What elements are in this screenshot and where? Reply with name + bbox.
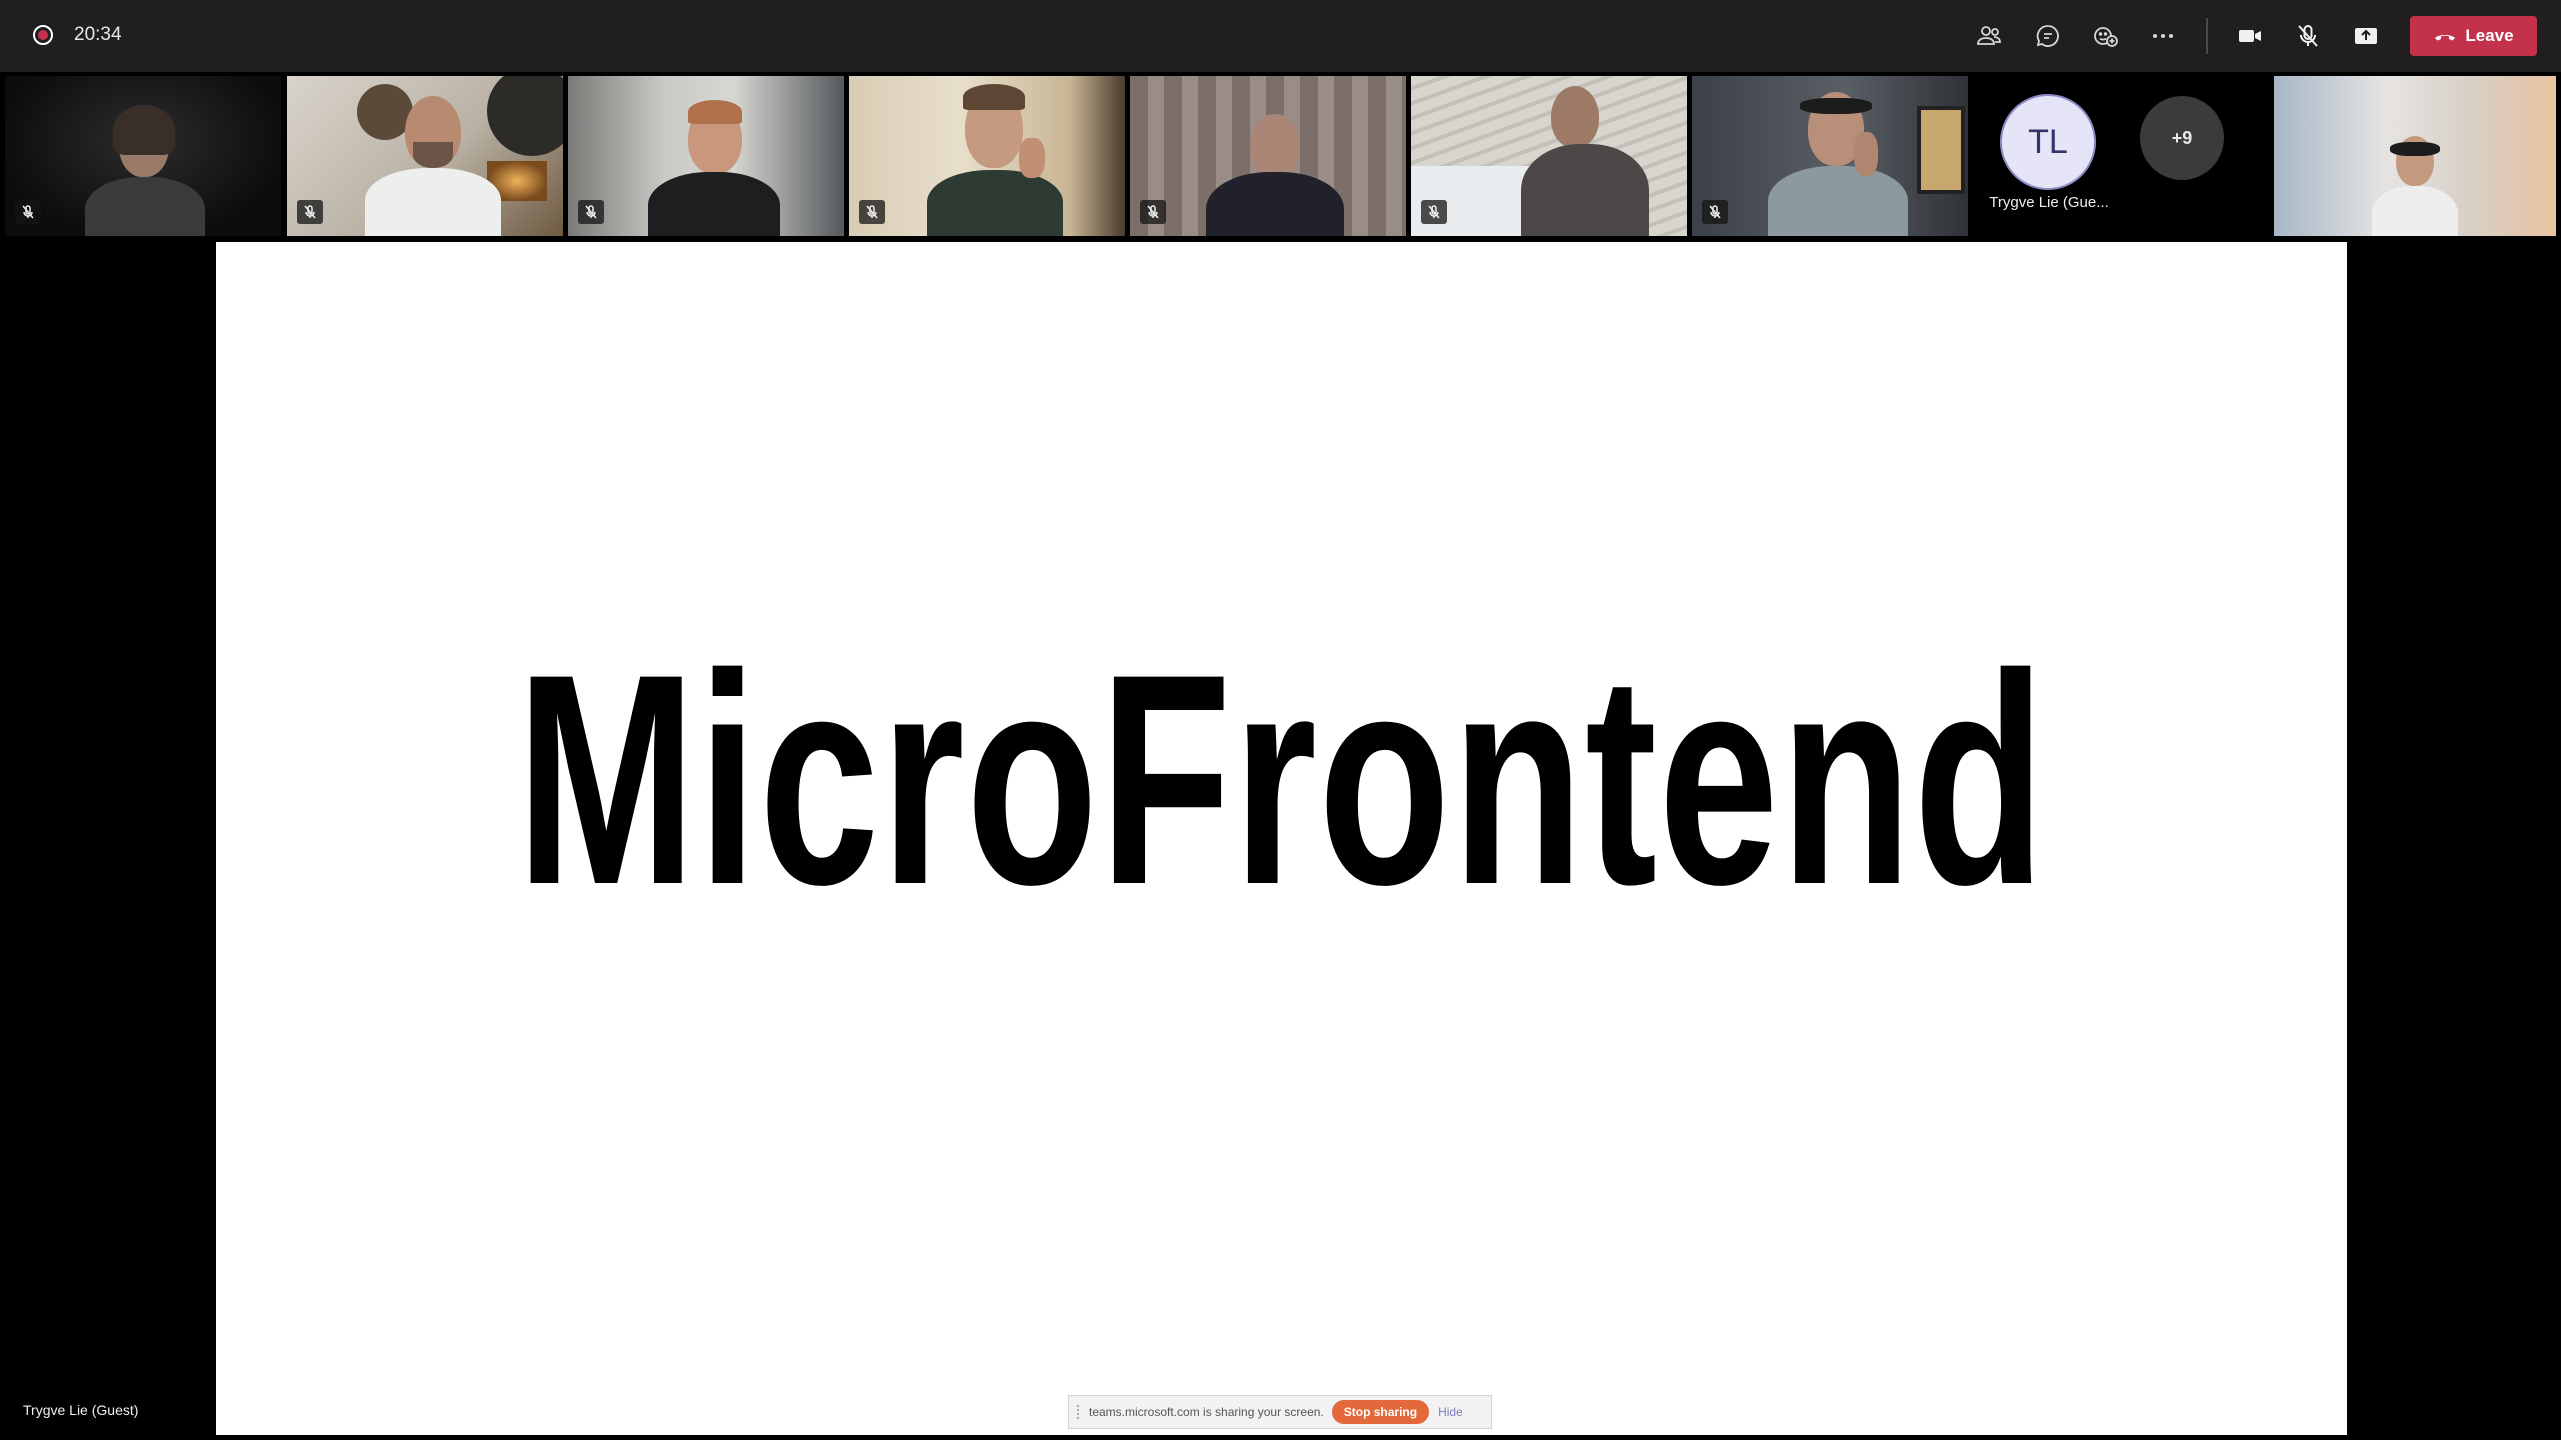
react-icon[interactable]	[2087, 18, 2123, 54]
participant-figure	[357, 96, 507, 236]
screen-sharing-notice: teams.microsoft.com is sharing your scre…	[1068, 1395, 1492, 1429]
self-view-video[interactable]	[2274, 76, 2556, 236]
sharing-notice-text: teams.microsoft.com is sharing your scre…	[1089, 1405, 1324, 1419]
leave-button[interactable]: Leave	[2410, 16, 2537, 56]
camera-icon[interactable]	[2232, 18, 2268, 54]
share-icon[interactable]	[2348, 18, 2384, 54]
shared-screen-stage: MicroFrontend	[0, 238, 2561, 1440]
leave-label: Leave	[2465, 26, 2514, 45]
participant-figure	[2354, 136, 2474, 236]
meeting-toolbar: 20:34 Leave	[0, 0, 2561, 72]
participant-figure	[75, 105, 215, 236]
stop-sharing-button[interactable]: Stop sharing	[1331, 1400, 1430, 1424]
more-participants-button[interactable]: +9	[2140, 96, 2224, 180]
mic-muted-icon	[15, 200, 41, 224]
participant-video[interactable]	[5, 76, 281, 236]
avatar: TL	[2000, 94, 2096, 190]
slide-title: MicroFrontend	[516, 610, 2047, 947]
toolbar-divider	[2206, 18, 2208, 54]
more-icon[interactable]	[2145, 18, 2181, 54]
mic-muted-icon[interactable]	[2290, 18, 2326, 54]
hide-link[interactable]: Hide	[1438, 1405, 1463, 1419]
chat-icon[interactable]	[2030, 18, 2066, 54]
presentation-slide: MicroFrontend	[216, 242, 2347, 1435]
hang-up-icon	[2435, 35, 2456, 41]
meeting-timer: 20:34	[74, 24, 122, 45]
people-icon[interactable]	[1971, 18, 2007, 54]
drag-handle-icon[interactable]	[1077, 1405, 1083, 1419]
presenter-name: Trygve Lie (Guest)	[23, 1402, 139, 1418]
mic-muted-icon	[297, 200, 323, 224]
recording-icon	[33, 25, 53, 45]
